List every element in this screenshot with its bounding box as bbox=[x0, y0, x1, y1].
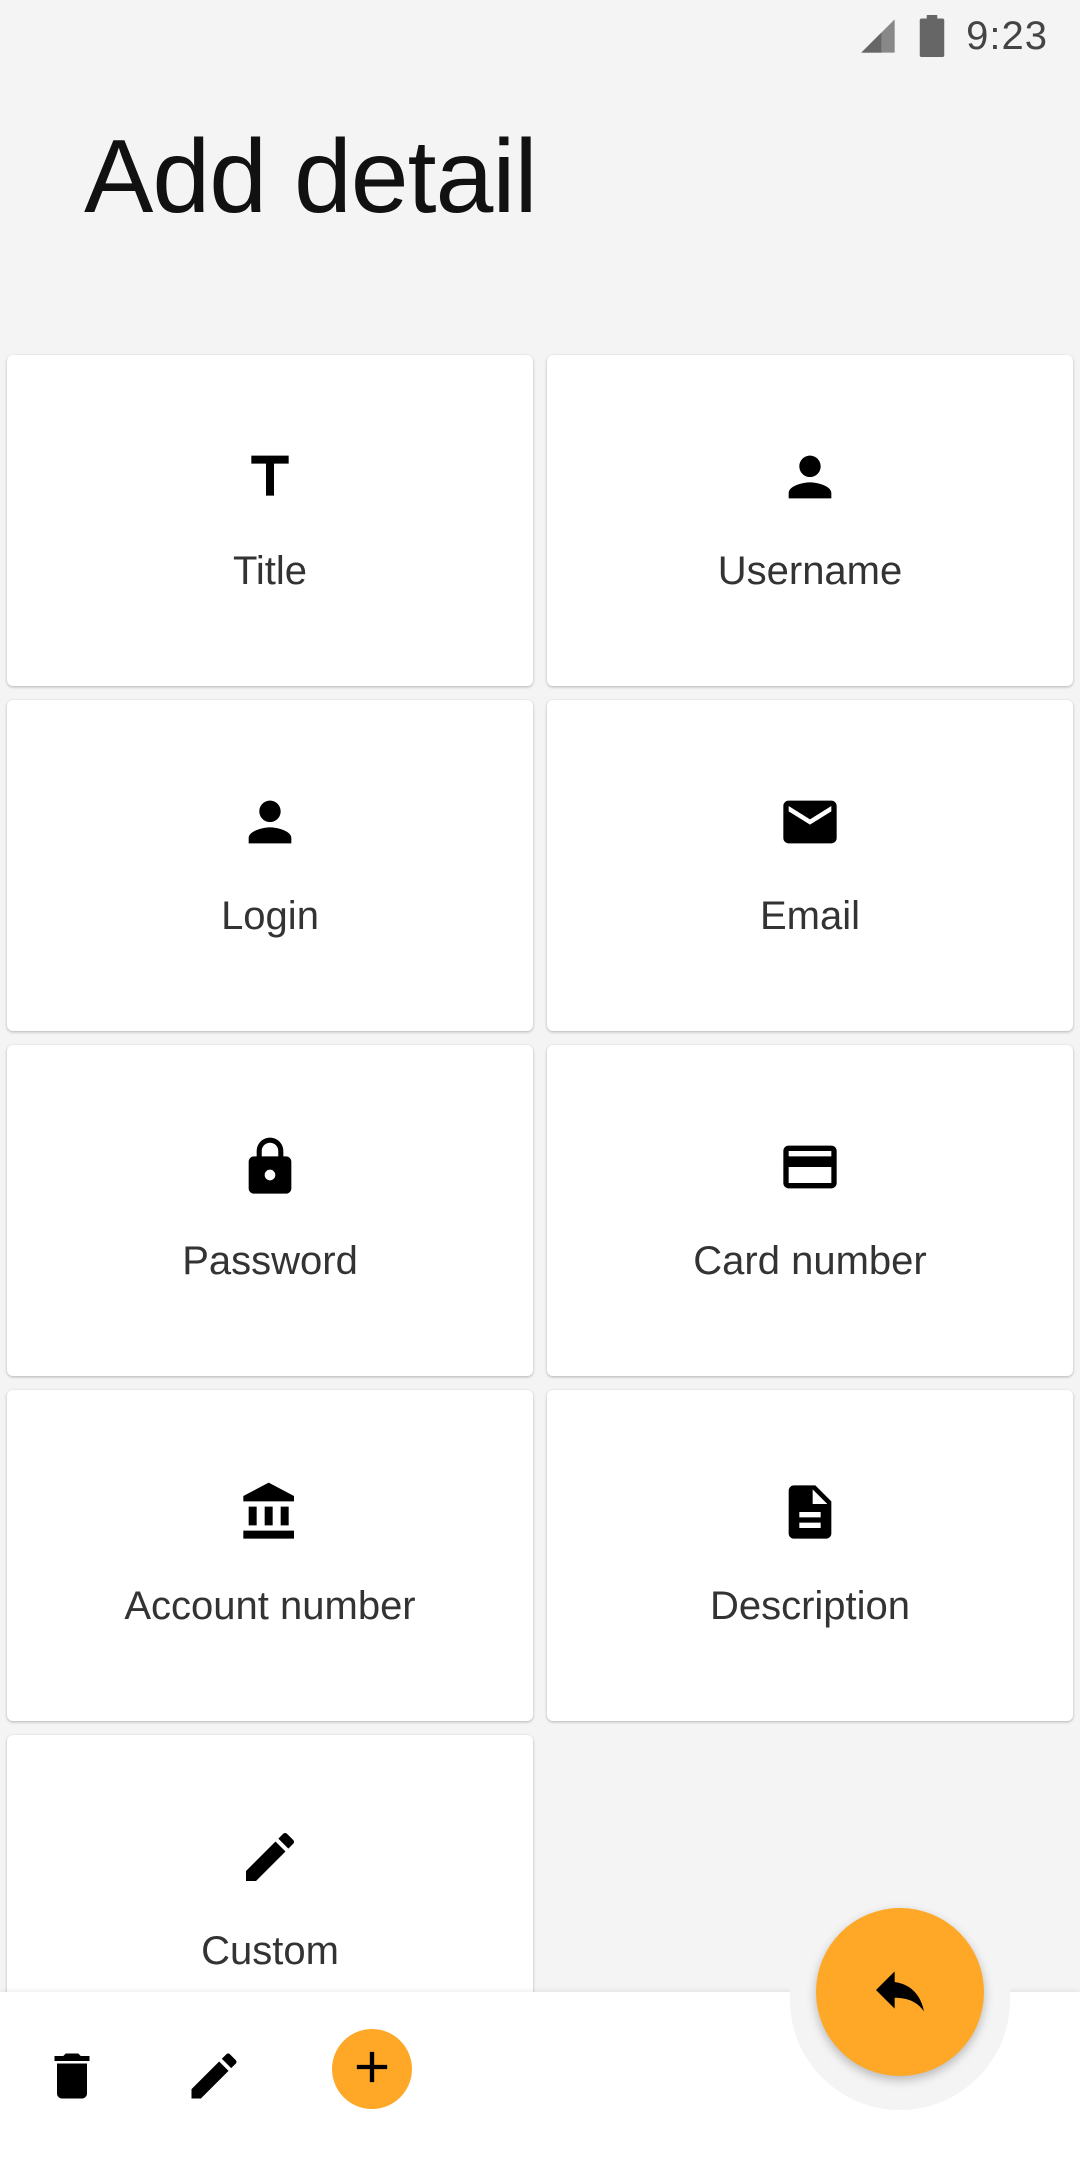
card-account-number[interactable]: Account number bbox=[7, 1390, 533, 1721]
card-email[interactable]: Email bbox=[547, 700, 1073, 1031]
detail-type-grid: Title Username Login Email Password Card… bbox=[7, 355, 1073, 2066]
page-title: Add detail bbox=[84, 119, 538, 235]
pencil-icon bbox=[238, 1825, 302, 1889]
battery-icon bbox=[918, 15, 946, 57]
card-label: Title bbox=[232, 549, 308, 593]
card-title[interactable]: Title bbox=[7, 355, 533, 686]
card-label: Username bbox=[717, 549, 903, 593]
card-label: Custom bbox=[201, 1929, 339, 1973]
person-icon bbox=[238, 790, 302, 854]
signal-icon bbox=[858, 16, 898, 56]
credit-card-icon bbox=[778, 1135, 842, 1199]
card-label: Login bbox=[221, 894, 319, 938]
trash-icon bbox=[42, 2046, 102, 2106]
person-icon bbox=[778, 445, 842, 509]
plus-icon bbox=[346, 2041, 398, 2098]
card-label: Email bbox=[759, 894, 861, 938]
title-text-icon bbox=[238, 445, 302, 509]
mail-icon bbox=[778, 790, 842, 854]
bank-icon bbox=[238, 1480, 302, 1544]
add-button[interactable] bbox=[332, 2029, 412, 2109]
card-label: Card number bbox=[693, 1239, 927, 1283]
edit-button[interactable] bbox=[170, 2032, 258, 2120]
card-login[interactable]: Login bbox=[7, 700, 533, 1031]
lock-icon bbox=[238, 1135, 302, 1199]
card-username[interactable]: Username bbox=[547, 355, 1073, 686]
delete-button[interactable] bbox=[28, 2032, 116, 2120]
card-label: Description bbox=[709, 1584, 911, 1628]
reply-icon bbox=[868, 1958, 932, 2027]
status-bar: 9:23 bbox=[0, 0, 1080, 72]
reply-fab[interactable] bbox=[816, 1908, 984, 2076]
pencil-icon bbox=[184, 2046, 244, 2106]
card-password[interactable]: Password bbox=[7, 1045, 533, 1376]
card-description[interactable]: Description bbox=[547, 1390, 1073, 1721]
card-label: Account number bbox=[124, 1584, 416, 1628]
card-label: Password bbox=[182, 1239, 358, 1283]
card-card-number[interactable]: Card number bbox=[547, 1045, 1073, 1376]
status-time: 9:23 bbox=[966, 13, 1048, 58]
document-icon bbox=[778, 1480, 842, 1544]
